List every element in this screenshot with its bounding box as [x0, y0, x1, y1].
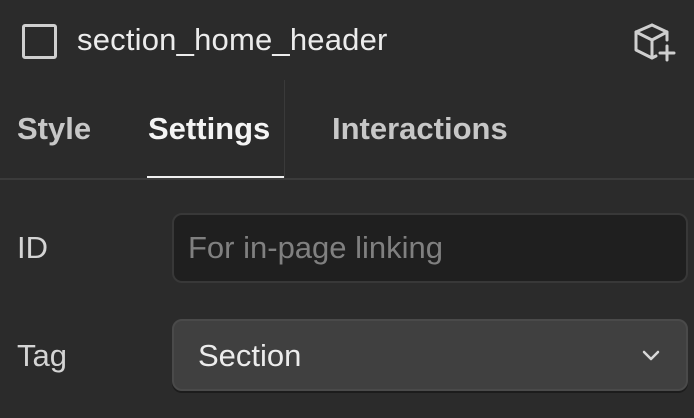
element-settings-panel: section_home_header Style Settings Inter… — [0, 0, 694, 418]
tag-select-value: Section — [198, 338, 302, 373]
tag-label: Tag — [17, 338, 67, 373]
id-label: ID — [17, 230, 48, 265]
tab-style[interactable]: Style — [17, 104, 91, 154]
tab-separator — [284, 80, 285, 180]
tabs-divider — [0, 178, 694, 180]
panel-tabs: Style Settings Interactions — [0, 80, 694, 181]
cube-plus-icon — [634, 23, 676, 62]
selected-element-name: section_home_header — [77, 22, 388, 57]
id-input[interactable] — [172, 213, 688, 283]
create-component-button[interactable] — [630, 20, 678, 64]
panel-header: section_home_header — [0, 0, 694, 80]
chevron-down-icon — [642, 350, 660, 361]
tab-interactions[interactable]: Interactions — [332, 104, 508, 154]
tab-settings[interactable]: Settings — [148, 104, 270, 154]
tag-select[interactable]: Section — [172, 319, 688, 391]
square-outline-icon — [22, 24, 57, 59]
